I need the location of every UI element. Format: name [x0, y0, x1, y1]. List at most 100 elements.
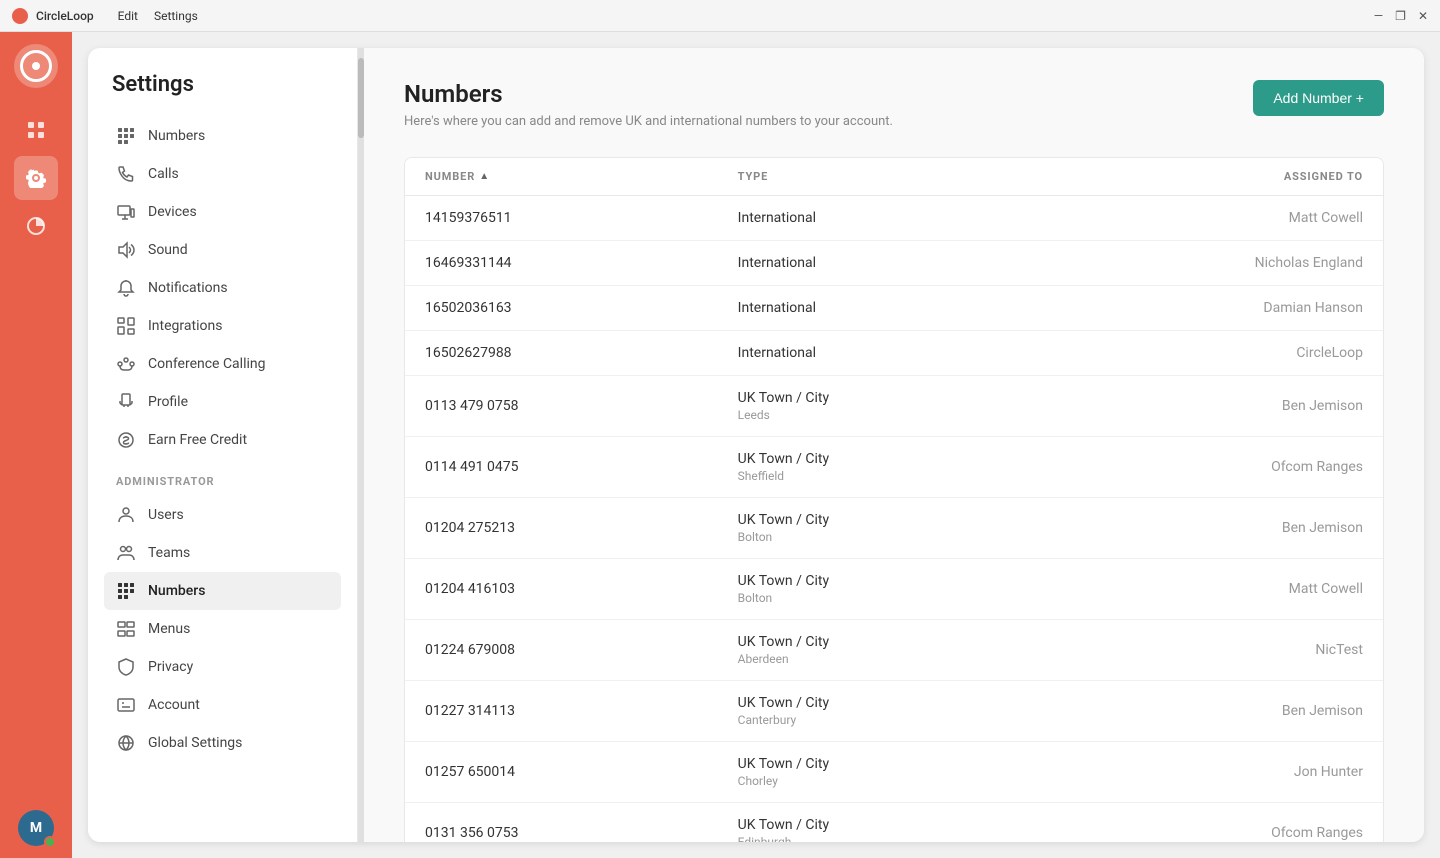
cell-number: 01227 314113	[425, 703, 738, 719]
settings-nav-icon[interactable]	[14, 156, 58, 200]
logo-dot	[32, 62, 40, 70]
sidebar-item-sound-label: Sound	[148, 242, 188, 258]
add-number-button[interactable]: Add Number +	[1253, 80, 1384, 116]
sidebar-item-earn-credit-label: Earn Free Credit	[148, 432, 247, 448]
logo-ring	[20, 50, 52, 82]
cell-number: 01257 650014	[425, 764, 738, 780]
cell-number: 16469331144	[425, 255, 738, 271]
table-row[interactable]: 14159376511 International Matt Cowell	[405, 196, 1383, 241]
credit-icon	[116, 430, 136, 450]
sort-arrow-icon[interactable]: ▲	[479, 171, 490, 182]
cell-type: UK Town / City Leeds	[738, 390, 1051, 422]
table-row[interactable]: 16502627988 International CircleLoop	[405, 331, 1383, 376]
grid-nav-icon[interactable]	[14, 108, 58, 152]
sidebar-item-teams-label: Teams	[148, 545, 190, 561]
conference-icon	[116, 354, 136, 374]
cell-type: International	[738, 210, 1051, 226]
sidebar-item-privacy-label: Privacy	[148, 659, 193, 675]
sidebar-item-integrations[interactable]: Integrations	[104, 307, 341, 345]
sidebar-item-conference-calling[interactable]: Conference Calling	[104, 345, 341, 383]
sidebar-item-devices[interactable]: Devices	[104, 193, 341, 231]
account-icon	[116, 695, 136, 715]
title-bar: CircleLoop Edit Settings — ❐ ✕	[0, 0, 1440, 32]
content-title-block: Numbers Here's where you can add and rem…	[404, 80, 893, 129]
table-row[interactable]: 16502036163 International Damian Hanson	[405, 286, 1383, 331]
table-row[interactable]: 01224 679008 UK Town / City Aberdeen Nic…	[405, 620, 1383, 681]
integrations-icon	[116, 316, 136, 336]
app-title: CircleLoop	[36, 9, 94, 23]
sidebar-item-teams[interactable]: Teams	[104, 534, 341, 572]
cell-assigned: Matt Cowell	[1050, 210, 1363, 226]
close-button[interactable]: ✕	[1418, 9, 1428, 23]
menu-bar: Edit Settings	[118, 9, 198, 23]
sidebar-item-integrations-label: Integrations	[148, 318, 222, 334]
sidebar-item-notifications-label: Notifications	[148, 280, 228, 296]
cell-assigned: Ben Jemison	[1050, 398, 1363, 414]
calls-icon	[116, 164, 136, 184]
minimize-button[interactable]: —	[1374, 9, 1383, 23]
maximize-button[interactable]: ❐	[1395, 9, 1406, 23]
table-row[interactable]: 0114 491 0475 UK Town / City Sheffield O…	[405, 437, 1383, 498]
menu-edit[interactable]: Edit	[118, 9, 138, 23]
table-row[interactable]: 01257 650014 UK Town / City Chorley Jon …	[405, 742, 1383, 803]
column-assigned: ASSIGNED TO	[1050, 170, 1363, 183]
app-logo[interactable]	[14, 44, 58, 88]
table-row[interactable]: 01227 314113 UK Town / City Canterbury B…	[405, 681, 1383, 742]
cell-type: UK Town / City Aberdeen	[738, 634, 1051, 666]
analytics-nav-icon[interactable]	[14, 204, 58, 248]
sidebar-item-profile[interactable]: Profile	[104, 383, 341, 421]
sidebar-item-calls-label: Calls	[148, 166, 179, 182]
window-controls: — ❐ ✕	[1374, 9, 1428, 23]
app-logo-small	[12, 8, 28, 24]
teams-icon	[116, 543, 136, 563]
sound-icon	[116, 240, 136, 260]
settings-panel: Settings Numbers	[88, 48, 1424, 842]
cell-number: 01204 416103	[425, 581, 738, 597]
sidebar-item-earn-free-credit[interactable]: Earn Free Credit	[104, 421, 341, 459]
sidebar-item-admin-numbers-label: Numbers	[148, 583, 205, 599]
page-title: Numbers	[404, 80, 893, 108]
sidebar-item-notifications[interactable]: Notifications	[104, 269, 341, 307]
cell-number: 01224 679008	[425, 642, 738, 658]
menu-settings[interactable]: Settings	[154, 9, 198, 23]
cell-number: 01204 275213	[425, 520, 738, 536]
cell-assigned: Ben Jemison	[1050, 703, 1363, 719]
table-header: NUMBER ▲ TYPE ASSIGNED TO	[405, 158, 1383, 196]
sidebar-item-admin-numbers[interactable]: Numbers	[104, 572, 341, 610]
cell-number: 0113 479 0758	[425, 398, 738, 414]
sidebar-item-sound[interactable]: Sound	[104, 231, 341, 269]
cell-assigned: Matt Cowell	[1050, 581, 1363, 597]
content-area: Numbers Here's where you can add and rem…	[364, 48, 1424, 842]
cell-number: 16502627988	[425, 345, 738, 361]
table-row[interactable]: 0113 479 0758 UK Town / City Leeds Ben J…	[405, 376, 1383, 437]
numbers-icon	[116, 126, 136, 146]
table-row[interactable]: 01204 275213 UK Town / City Bolton Ben J…	[405, 498, 1383, 559]
sidebar-item-conference-label: Conference Calling	[148, 356, 265, 372]
table-row[interactable]: 01204 416103 UK Town / City Bolton Matt …	[405, 559, 1383, 620]
sidebar-item-users[interactable]: Users	[104, 496, 341, 534]
sidebar-item-account[interactable]: Account	[104, 686, 341, 724]
table-row[interactable]: 0131 356 0753 UK Town / City Edinburgh O…	[405, 803, 1383, 842]
sidebar-item-numbers[interactable]: Numbers	[104, 117, 341, 155]
sidebar-item-privacy[interactable]: Privacy	[104, 648, 341, 686]
column-number: NUMBER ▲	[425, 170, 738, 183]
admin-section-label: ADMINISTRATOR	[104, 459, 341, 496]
cell-type: UK Town / City Canterbury	[738, 695, 1051, 727]
cell-number: 16502036163	[425, 300, 738, 316]
sidebar-item-global-settings[interactable]: Global Settings	[104, 724, 341, 762]
cell-assigned: Damian Hanson	[1050, 300, 1363, 316]
notifications-icon	[116, 278, 136, 298]
cell-type: International	[738, 345, 1051, 361]
table-row[interactable]: 16469331144 International Nicholas Engla…	[405, 241, 1383, 286]
cell-type: UK Town / City Bolton	[738, 512, 1051, 544]
privacy-icon	[116, 657, 136, 677]
cell-assigned: Jon Hunter	[1050, 764, 1363, 780]
sidebar-item-menus[interactable]: Menus	[104, 610, 341, 648]
sidebar-title: Settings	[104, 72, 341, 97]
cell-type: International	[738, 300, 1051, 316]
global-icon	[116, 733, 136, 753]
avatar[interactable]: M	[18, 810, 54, 846]
sidebar-item-calls[interactable]: Calls	[104, 155, 341, 193]
cell-assigned: Ben Jemison	[1050, 520, 1363, 536]
cell-assigned: Ofcom Ranges	[1050, 459, 1363, 475]
